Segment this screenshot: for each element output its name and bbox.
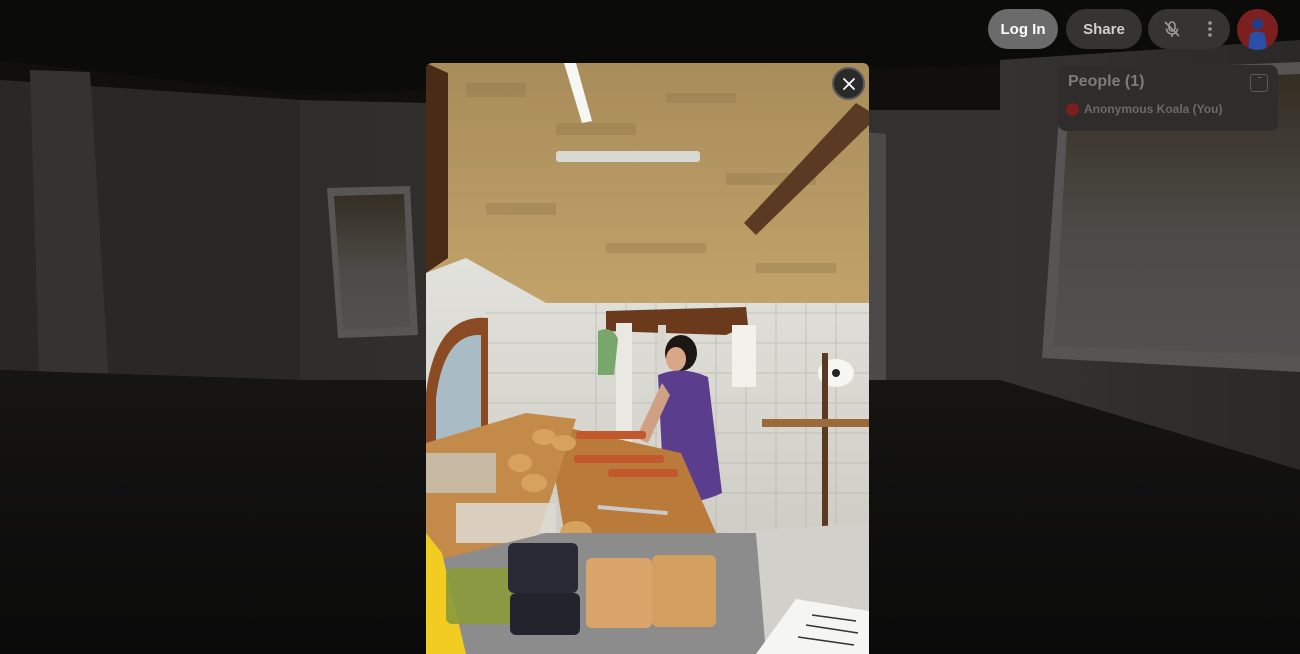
avatar-figure-icon xyxy=(1237,9,1278,50)
login-button[interactable]: Log In xyxy=(988,9,1058,49)
media-controls xyxy=(1148,9,1230,49)
person-name: Anonymous Koala (You) xyxy=(1084,102,1223,116)
people-panel-title: People (1) xyxy=(1068,73,1145,90)
more-vertical-icon xyxy=(1208,21,1212,37)
mic-off-icon xyxy=(1164,21,1180,37)
more-options-button[interactable] xyxy=(1194,9,1226,49)
mic-off-button[interactable] xyxy=(1156,9,1188,49)
user-avatar[interactable] xyxy=(1237,9,1278,50)
person-avatar-icon xyxy=(1066,102,1079,116)
artwork-image xyxy=(426,63,869,654)
virtual-gallery-viewer: Log In Share People (1) Anonymous Koala … xyxy=(0,0,1300,654)
people-panel-toggle-button[interactable] xyxy=(1250,74,1268,92)
person-list-item: Anonymous Koala (You) xyxy=(1066,102,1222,116)
close-modal-button[interactable] xyxy=(832,67,865,100)
people-panel: People (1) Anonymous Koala (You) xyxy=(1058,65,1278,131)
share-button[interactable]: Share xyxy=(1066,9,1142,49)
bakery-photo xyxy=(426,63,869,654)
close-icon xyxy=(842,77,855,90)
